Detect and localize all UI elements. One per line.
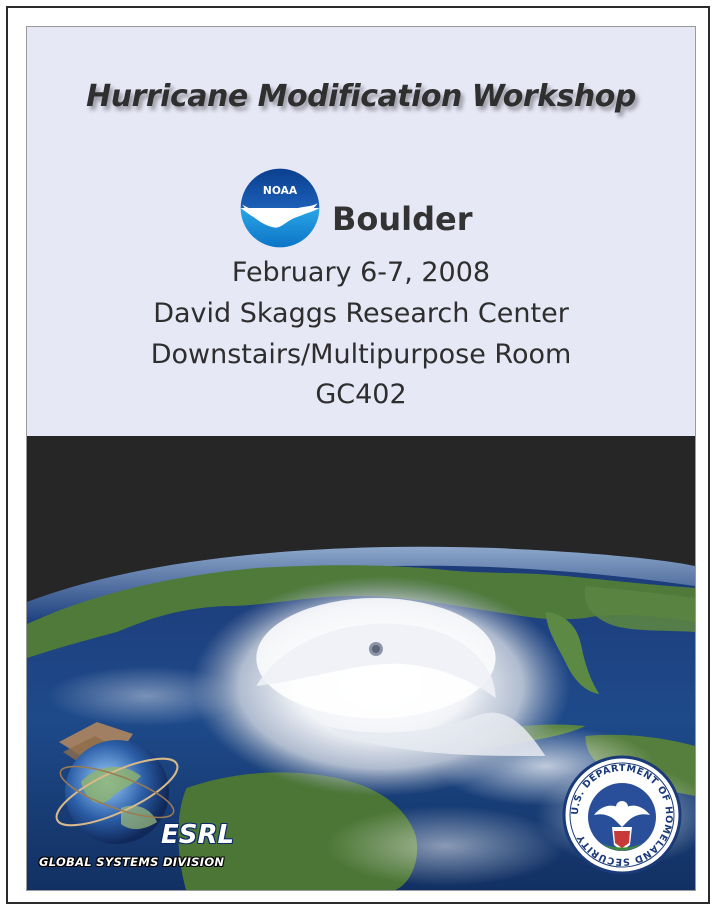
room-code-line: GC402 [315,379,407,410]
date-line: February 6-7, 2008 [231,257,491,288]
workshop-title: Hurricane Modification Workshop [86,79,636,114]
dhs-seal-icon: U.S. DEPARTMENT OF HOMELAND SECURITY [562,755,682,875]
noaa-logo-text: NOAA [263,184,298,197]
city-label: Boulder [332,200,473,238]
noaa-logo-icon: NOAA [240,168,320,248]
venue-line: David Skaggs Research Center [153,298,569,329]
esrl-label: ESRL [161,820,235,850]
header-band: Hurricane Modification Workshop NOAA Bou… [27,27,695,436]
global-systems-division-label: GLOBAL SYSTEMS DIVISION [39,855,225,869]
room-line: Downstairs/Multipurpose Room [150,339,572,370]
flyer-panel: Hurricane Modification Workshop NOAA Bou… [26,26,696,891]
